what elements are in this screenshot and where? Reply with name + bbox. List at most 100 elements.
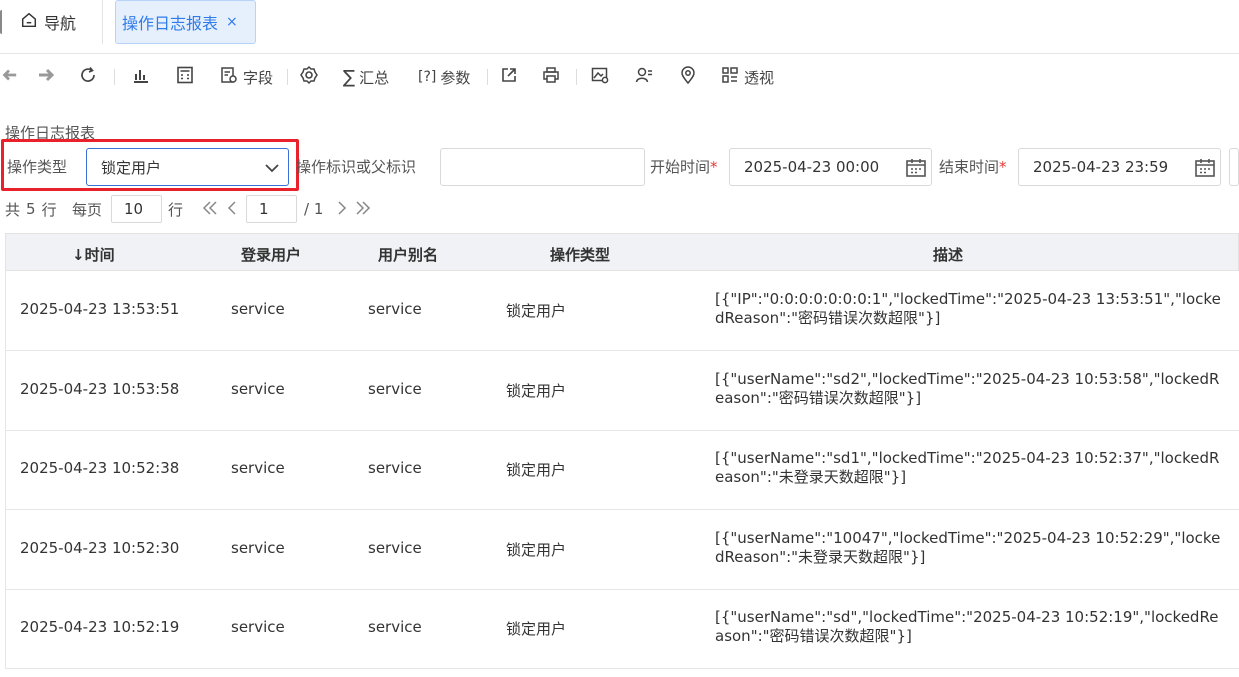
column-header-time[interactable]: ↓时间 xyxy=(72,244,115,265)
current-page-input[interactable]: 1 xyxy=(246,195,297,223)
tab-operation-log-report-label: 操作日志报表 xyxy=(122,14,219,33)
last-page-icon[interactable] xyxy=(354,199,372,217)
bar-chart-icon xyxy=(131,65,151,89)
pivot-button[interactable]: 透视 xyxy=(720,62,774,92)
cell-time: 2025-04-23 13:53:51 xyxy=(20,300,180,318)
tab-navigation-label: 导航 xyxy=(44,14,77,33)
total-suffix: 行 xyxy=(41,200,57,219)
tab-operation-log-report[interactable]: 操作日志报表 × xyxy=(115,0,256,44)
field-button-label: 字段 xyxy=(243,68,274,87)
cell-op-type: 锁定用户 xyxy=(506,620,567,638)
per-page-label: 每页 xyxy=(72,200,103,219)
field-button[interactable]: 字段 xyxy=(219,62,273,92)
cell-user-alias: service xyxy=(368,459,422,477)
op-flag-label: 操作标识或父标识 xyxy=(296,158,417,176)
printer-icon xyxy=(541,65,561,89)
gear-icon xyxy=(299,65,319,89)
cell-op-type: 锁定用户 xyxy=(506,302,567,320)
column-header-description[interactable]: 描述 xyxy=(933,244,963,265)
start-time-label: 开始时间* xyxy=(650,156,718,177)
help-bracket-icon: [?] xyxy=(418,69,437,85)
table-row[interactable]: 2025-04-23 10:52:38 service service 锁定用户… xyxy=(5,430,1239,510)
end-time-label-text: 结束时间 xyxy=(939,158,1000,176)
user-icon xyxy=(634,65,654,89)
total-count: 5 xyxy=(26,200,36,218)
calculator-button[interactable] xyxy=(175,62,195,92)
pivot-icon xyxy=(720,65,740,89)
total-pages: / 1 xyxy=(304,200,324,218)
next-page-icon[interactable] xyxy=(333,199,351,217)
forward-button[interactable] xyxy=(37,62,57,92)
cell-time: 2025-04-23 10:53:58 xyxy=(20,380,180,398)
close-icon[interactable]: × xyxy=(226,14,238,30)
column-header-user-alias[interactable]: 用户别名 xyxy=(378,244,438,265)
end-time-input[interactable]: 2025-04-23 23:59 xyxy=(1018,148,1221,186)
summary-button-label: 汇总 xyxy=(359,68,390,87)
op-flag-input[interactable] xyxy=(440,148,645,186)
user-settings-button[interactable] xyxy=(634,62,654,92)
parameter-button[interactable]: [?] 参数 xyxy=(418,62,470,92)
calculator-icon xyxy=(175,65,195,89)
cell-description: [{"IP":"0:0:0:0:0:0:0:1","lockedTime":"2… xyxy=(715,290,1221,327)
sigma-icon: ∑ xyxy=(343,66,356,88)
cell-login-user: service xyxy=(231,380,285,398)
prev-page-icon[interactable] xyxy=(223,199,241,217)
cell-description: [{"userName":"sd","lockedTime":"2025-04-… xyxy=(715,608,1219,645)
per-page-input[interactable]: 10 xyxy=(111,195,162,223)
tab-navigation[interactable]: 导航 xyxy=(20,10,76,34)
toolbar-separator xyxy=(287,69,288,85)
toolbar-separator xyxy=(487,69,488,85)
cell-time: 2025-04-23 10:52:19 xyxy=(20,618,180,636)
table-header: ↓时间 登录用户 用户别名 操作类型 描述 xyxy=(5,233,1239,271)
table-row[interactable]: 2025-04-23 10:53:58 service service 锁定用户… xyxy=(5,351,1239,431)
op-type-label: 操作类型 xyxy=(7,158,68,176)
cell-time: 2025-04-23 10:52:30 xyxy=(20,539,180,557)
cell-login-user: service xyxy=(231,539,285,557)
cell-login-user: service xyxy=(231,459,285,477)
table-row[interactable]: 2025-04-23 13:53:51 service service 锁定用户… xyxy=(5,271,1239,351)
calendar-icon[interactable] xyxy=(905,157,927,179)
external-link-icon xyxy=(499,65,519,89)
cell-time: 2025-04-23 10:52:38 xyxy=(20,459,180,477)
print-button[interactable] xyxy=(541,62,561,92)
start-time-input[interactable]: 2025-04-23 00:00 xyxy=(729,148,932,186)
total-prefix: 共 xyxy=(5,200,21,219)
map-pin-icon xyxy=(678,65,698,89)
cell-description: [{"userName":"sd2","lockedTime":"2025-04… xyxy=(715,370,1220,407)
column-header-op-type[interactable]: 操作类型 xyxy=(550,244,610,265)
start-time-label-text: 开始时间 xyxy=(650,158,711,176)
cell-user-alias: service xyxy=(368,300,422,318)
cell-user-alias: service xyxy=(368,539,422,557)
chart-settings-button[interactable] xyxy=(590,62,610,92)
chevron-down-icon xyxy=(262,158,282,178)
end-time-label: 结束时间* xyxy=(939,156,1007,177)
parameter-button-label: 参数 xyxy=(440,68,471,87)
refresh-icon xyxy=(78,65,98,89)
table-row[interactable]: 2025-04-23 10:52:30 service service 锁定用户… xyxy=(5,510,1239,590)
toolbar: 字段 ∑ 汇总 [?] 参数 透视 xyxy=(0,62,1239,92)
export-button[interactable] xyxy=(499,62,519,92)
settings-button[interactable] xyxy=(299,62,319,92)
refresh-button[interactable] xyxy=(78,62,98,92)
image-settings-icon xyxy=(590,65,610,89)
table-row[interactable]: 2025-04-23 10:52:19 service service 锁定用户… xyxy=(5,589,1239,669)
back-button[interactable] xyxy=(0,62,18,92)
cell-op-type: 锁定用户 xyxy=(506,541,567,559)
cell-description: [{"userName":"10047","lockedTime":"2025-… xyxy=(715,529,1221,566)
location-button[interactable] xyxy=(678,62,698,92)
pivot-button-label: 透视 xyxy=(744,68,775,87)
op-type-select[interactable]: 锁定用户 xyxy=(86,148,289,186)
required-mark: * xyxy=(999,158,1007,176)
column-header-login-user[interactable]: 登录用户 xyxy=(241,244,301,265)
required-mark: * xyxy=(710,158,718,176)
summary-button[interactable]: ∑ 汇总 xyxy=(343,62,389,92)
left-edge-tab xyxy=(0,10,4,34)
chart-button[interactable] xyxy=(131,62,151,92)
field-settings-icon xyxy=(219,65,239,89)
cell-user-alias: service xyxy=(368,618,422,636)
calendar-icon[interactable] xyxy=(1194,157,1216,179)
cut-off-input[interactable] xyxy=(1229,148,1239,186)
first-page-icon[interactable] xyxy=(201,199,219,217)
cell-user-alias: service xyxy=(368,380,422,398)
home-icon xyxy=(20,11,38,33)
